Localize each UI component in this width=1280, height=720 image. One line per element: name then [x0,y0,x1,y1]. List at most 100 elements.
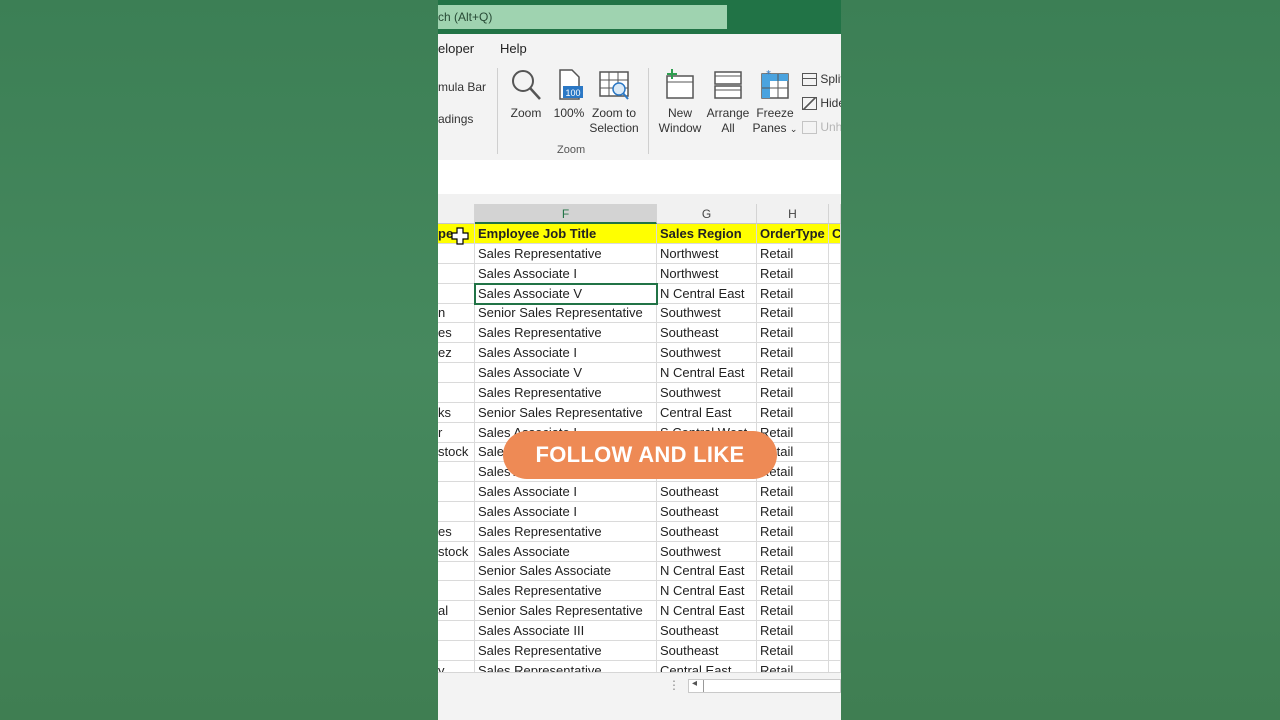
cell-i[interactable] [829,323,841,344]
cell-g[interactable]: N Central East [657,581,757,602]
cell-i[interactable] [829,541,841,562]
zoom-100-button[interactable]: 100 100% [550,68,588,121]
cell-h[interactable]: Retail [757,263,829,284]
sheet-tab-splitter[interactable]: ⋮ [668,678,680,692]
cell-h[interactable]: Retail [757,561,829,582]
zoom-to-selection-button[interactable]: Zoom to Selection [588,68,640,136]
cell-f[interactable]: Sales Representative [475,660,657,672]
column-header-f[interactable]: F [475,204,657,224]
cell-e[interactable]: stock [438,541,475,562]
cell-i[interactable] [829,362,841,383]
cell-e[interactable] [438,243,475,264]
cell-e[interactable] [438,482,475,503]
header-cell-i[interactable]: C [829,224,841,244]
cell-h[interactable]: Retail [757,482,829,503]
cell-f[interactable]: Sales Associate I [475,482,657,503]
cell-i[interactable] [829,422,841,443]
cell-h[interactable]: Retail [757,382,829,403]
cell-f[interactable]: Sales Associate I [475,263,657,284]
cell-i[interactable] [829,343,841,364]
cell-g[interactable]: Southwest [657,382,757,403]
cell-g[interactable]: Southeast [657,521,757,542]
cell-g[interactable]: Southwest [657,303,757,324]
cell-i[interactable] [829,660,841,672]
cell-i[interactable] [829,382,841,403]
cell-g[interactable]: N Central East [657,561,757,582]
cell-i[interactable] [829,283,841,304]
cell-i[interactable] [829,521,841,542]
column-header-h[interactable]: H [757,204,829,224]
zoom-button[interactable]: Zoom [506,68,546,121]
cell-h[interactable]: Retail [757,640,829,661]
cell-g[interactable]: Southeast [657,482,757,503]
freeze-panes-button[interactable]: * Freeze Panes ⌄ [752,68,798,137]
scroll-left-icon[interactable]: ◂ [692,678,697,689]
tab-help[interactable]: Help [500,41,527,56]
cell-f[interactable]: Senior Sales Representative [475,402,657,423]
cell-e[interactable] [438,263,475,284]
formula-bar-checkbox[interactable]: mula Bar [438,80,486,94]
cell-e[interactable] [438,621,475,641]
split-button[interactable]: Split [802,72,841,87]
cell-g[interactable]: Southeast [657,621,757,641]
headings-checkbox[interactable]: adings [438,112,473,126]
cell-g[interactable]: Southeast [657,323,757,344]
horizontal-scrollbar[interactable]: ◂ [688,678,841,693]
header-cell-h[interactable]: OrderType [757,224,829,244]
search-box[interactable]: ch (Alt+Q) [438,5,727,29]
header-cell-f[interactable]: Employee Job Title [475,224,657,244]
cell-i[interactable] [829,581,841,602]
column-header-e[interactable] [438,204,475,224]
cell-f[interactable]: Sales Associate III [475,621,657,641]
cell-e[interactable]: stock [438,442,475,463]
cell-g[interactable]: Southeast [657,640,757,661]
column-header-g[interactable]: G [657,204,757,224]
cell-h[interactable]: Retail [757,243,829,264]
tab-developer[interactable]: eloper [438,41,474,56]
cell-e[interactable] [438,462,475,483]
new-window-button[interactable]: New Window [656,68,704,136]
cell-f[interactable]: Sales Associate V [475,283,657,304]
cell-f[interactable]: Sales Associate I [475,501,657,522]
formula-bar[interactable] [438,160,841,195]
cell-e[interactable] [438,283,475,304]
cell-h[interactable]: Retail [757,362,829,383]
cell-i[interactable] [829,601,841,622]
cell-h[interactable]: Retail [757,601,829,622]
cell-g[interactable]: N Central East [657,362,757,383]
cell-g[interactable]: N Central East [657,601,757,622]
cell-g[interactable]: Southwest [657,541,757,562]
cell-e[interactable] [438,561,475,582]
cell-e[interactable]: n [438,303,475,324]
cell-i[interactable] [829,442,841,463]
cell-h[interactable]: Retail [757,501,829,522]
cell-h[interactable]: Retail [757,303,829,324]
cell-f[interactable]: Sales Representative [475,382,657,403]
cell-i[interactable] [829,640,841,661]
cell-h[interactable]: Retail [757,581,829,602]
follow-and-like-banner[interactable]: FOLLOW AND LIKE [503,431,777,479]
cell-f[interactable]: Senior Sales Representative [475,601,657,622]
cell-i[interactable] [829,243,841,264]
cell-e[interactable] [438,640,475,661]
cell-f[interactable]: Senior Sales Representative [475,303,657,324]
cell-h[interactable]: Retail [757,521,829,542]
cell-e[interactable] [438,501,475,522]
cell-g[interactable]: Northwest [657,263,757,284]
cell-h[interactable]: Retail [757,283,829,304]
cell-g[interactable]: Northwest [657,243,757,264]
cell-i[interactable] [829,462,841,483]
hide-button[interactable]: Hide [802,96,841,111]
cell-f[interactable]: Sales Associate [475,541,657,562]
cell-f[interactable]: Sales Associate V [475,362,657,383]
cell-g[interactable]: Central East [657,402,757,423]
cell-h[interactable]: Retail [757,621,829,641]
cell-g[interactable]: Central East [657,660,757,672]
cell-f[interactable]: Sales Representative [475,521,657,542]
cell-i[interactable] [829,501,841,522]
cell-i[interactable] [829,402,841,423]
cell-e[interactable]: al [438,601,475,622]
cell-e[interactable] [438,362,475,383]
cell-i[interactable] [829,561,841,582]
cell-i[interactable] [829,621,841,641]
